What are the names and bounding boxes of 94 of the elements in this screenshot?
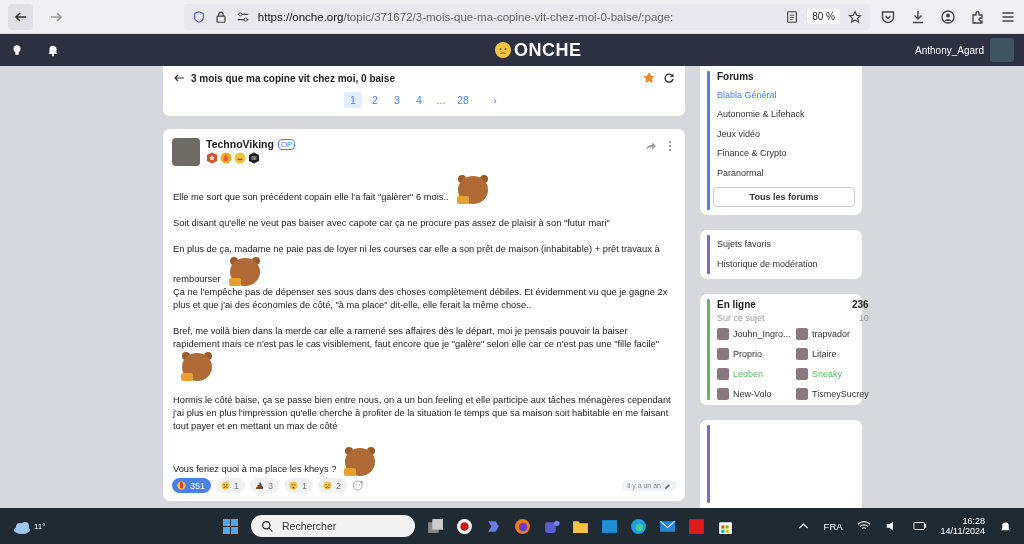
online-user[interactable]: TismeySucrey (812, 388, 869, 399)
address-bar[interactable]: https://onche.org/topic/371672/3-mois-que-ma-copine-vit-chez-moi-0-baise/:page: 80 % (183, 3, 870, 30)
back-arrow-icon[interactable] (173, 72, 185, 84)
post-paragraph: Vous feriez quoi à ma place les kheys ? (173, 446, 675, 476)
reaction-button[interactable]: 2 (318, 478, 348, 493)
online-user[interactable]: trapvador (812, 328, 851, 339)
bookmark-star-icon[interactable] (848, 9, 862, 24)
panel-title: Forums (717, 71, 755, 84)
op-tag: OP (277, 138, 296, 150)
avatar-placeholder (796, 367, 808, 380)
post-paragraph: Hormis le côté baise, ça se passe bien entre nous, on a un bon feeling et elle participe aux tâches ménagères cependant j'ai plus en plus l'impression qu'elle cherche à profiter de la situation le temps que sa maison soit habitable en me faisant tout payer et en mettant un max de côté (173, 394, 672, 433)
app-tile-icon[interactable] (601, 517, 618, 535)
weather-temperature[interactable]: 11° (34, 521, 46, 531)
url-text: https://onche.org/topic/371672/3-mois-que-ma-copine-vit-chez-moi-0-baise/:page: (257, 10, 675, 23)
task-view-icon[interactable] (427, 517, 444, 535)
clock-date[interactable]: 14/11/2024 (940, 526, 985, 536)
shield-icon[interactable] (191, 9, 206, 24)
page-link[interactable]: 28 (454, 92, 472, 108)
online-user[interactable]: Jouhn_Ingro... (733, 328, 791, 339)
topic-online-count: 10 (858, 312, 869, 323)
forum-link[interactable]: Blabla Général (717, 85, 855, 105)
more-options-icon[interactable] (668, 140, 672, 152)
taskbar-search-field[interactable]: Rechercher (251, 515, 415, 537)
sidebar-link[interactable]: Historique de modération (717, 254, 855, 274)
account-icon[interactable] (940, 8, 956, 25)
poop-emoji-icon (254, 480, 266, 491)
battery-icon[interactable] (912, 519, 927, 533)
avatar-placeholder (796, 327, 808, 340)
topic-title[interactable]: 3 mois que ma copine vit chez moi, 0 baise (191, 72, 395, 84)
notification-bell-icon[interactable] (999, 519, 1012, 533)
avatar-placeholder (717, 327, 729, 340)
online-user[interactable]: Proprio (733, 348, 762, 359)
hexagon-badge-icon (248, 152, 260, 164)
post-paragraph: Ça ne l'empêche pas de dépenser ses sous dans des choses complètement débiles. Et évidemment vu que je gagne 2x plus et que j'ai des économies de côté, "à ma place" dit-elle, elle ferait la même chose.. (173, 286, 669, 312)
cry-emoji-icon (220, 480, 232, 491)
forum-link[interactable]: Finance & Crypto (717, 143, 855, 163)
flame-badge-icon (220, 152, 232, 164)
sad-emoji-icon (322, 480, 334, 491)
online-count: 236 (852, 298, 869, 312)
author-name[interactable]: TechnoViking (206, 138, 274, 150)
forum-link[interactable]: Paranormal (717, 163, 855, 183)
start-icon[interactable] (222, 517, 239, 535)
favorite-star-icon[interactable] (643, 72, 655, 84)
record-icon[interactable] (456, 517, 473, 535)
smiley-badge-icon (234, 152, 246, 164)
lock-icon[interactable] (213, 9, 228, 24)
pencil-icon (664, 482, 671, 489)
page-link[interactable]: 3 (388, 92, 406, 108)
avatar-placeholder (796, 347, 808, 360)
page-link[interactable]: 4 (410, 92, 428, 108)
page-link[interactable]: 2 (366, 92, 384, 108)
download-icon[interactable] (910, 8, 926, 25)
share-icon[interactable] (644, 140, 656, 152)
extensions-icon[interactable] (970, 8, 986, 25)
online-user[interactable]: Litaire (812, 348, 837, 359)
smiley-logo-icon (494, 41, 512, 59)
avatar-placeholder (717, 347, 729, 360)
post-paragraph: Elle me sort que son précédent copain elle l'a fait "galèrer" 6 mois.. (173, 174, 675, 217)
sidebar-link[interactable]: Sujets favoris (717, 234, 855, 254)
app-tile-icon[interactable] (688, 517, 705, 535)
username[interactable]: Anthony_Agard (915, 44, 984, 56)
reaction-button[interactable]: 1 (216, 478, 246, 493)
fire-emoji-icon (176, 480, 187, 491)
clock-time[interactable]: 16:28 (962, 516, 985, 526)
panel-title: En ligne (717, 298, 756, 312)
reaction-button[interactable]: 1 (284, 478, 314, 493)
reaction-button[interactable]: 351 (172, 478, 212, 493)
refresh-icon[interactable] (663, 72, 675, 84)
forum-link[interactable]: Jeux vidéo (717, 124, 855, 144)
post-paragraph: Soit disant qu'elle ne veut pas baiser avec capote car ça ne procure pas assez de plaisir à son "futur mari" (173, 217, 611, 230)
reaction-button[interactable]: 3 (250, 478, 280, 493)
next-page-button[interactable]: › (486, 92, 504, 108)
zoom-level[interactable]: 80 % (807, 9, 840, 24)
reader-view-icon[interactable] (785, 9, 800, 24)
page-link[interactable]: ... (432, 92, 450, 108)
forum-link[interactable]: Autonomie & Lifehack (717, 104, 855, 124)
edge-icon[interactable] (630, 517, 647, 535)
notification-bell-icon[interactable] (46, 43, 60, 57)
language-indicator[interactable]: FRA (823, 520, 843, 532)
all-forums-button[interactable]: Tous les forums (713, 186, 855, 207)
firefox-icon[interactable] (514, 517, 531, 535)
online-user[interactable]: New-Volo (733, 388, 772, 399)
post-paragraph: Bref, me voilà bien dans la merde car elle a ramené ses affaires dès le départ, moi je pensais pouvoir la baiser rapidement mais ce n'est pas le cas visiblement, faut encore que je "galère" selon elle car ce n'est pas une "fille facile" (173, 325, 675, 394)
sliders-icon[interactable] (235, 9, 250, 24)
pocket-icon[interactable] (880, 8, 896, 25)
avatar-placeholder (796, 387, 808, 400)
avatar-placeholder (717, 387, 729, 400)
site-logo[interactable]: ONCHE (514, 39, 582, 61)
shock-emoji-icon (288, 480, 300, 491)
avatar-placeholder (717, 367, 729, 380)
star-badge-icon (206, 152, 218, 164)
panel-subtitle: Sur ce sujet (717, 312, 765, 323)
search-icon[interactable] (261, 519, 274, 533)
back-button[interactable] (8, 3, 34, 30)
